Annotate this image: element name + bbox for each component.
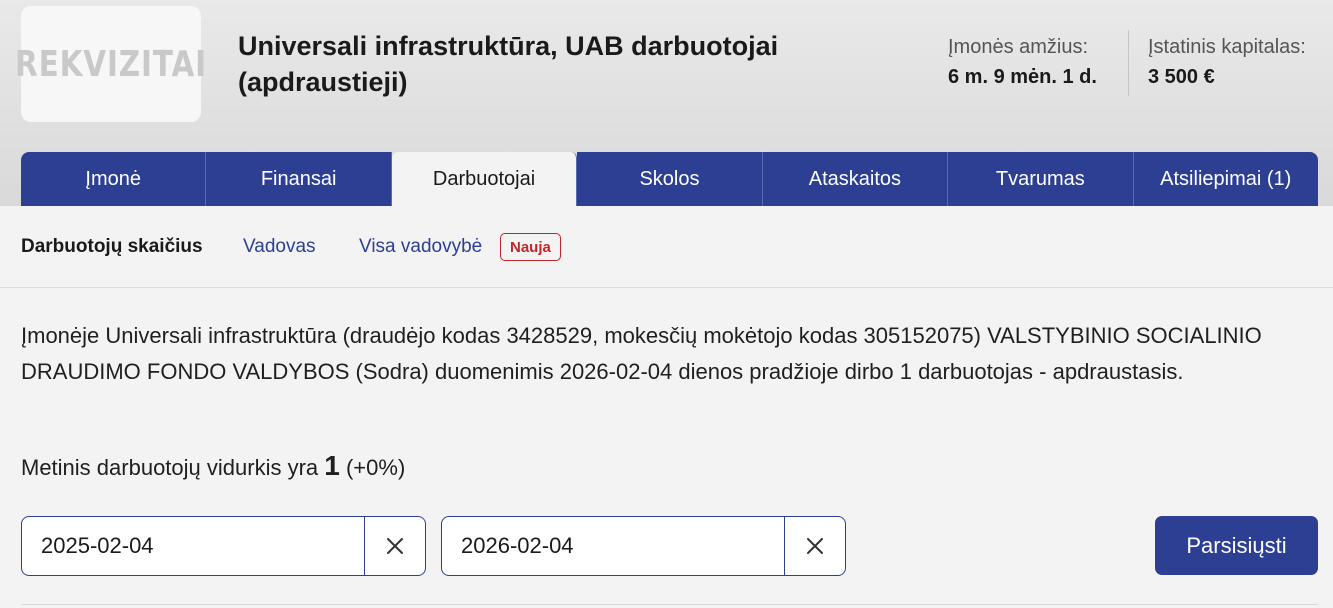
company-age-label: Įmonės amžius:: [948, 36, 1089, 58]
tab-darbuotojai[interactable]: Darbuotojai: [391, 152, 578, 206]
subnav-manager-link[interactable]: Vadovas: [243, 236, 316, 258]
date-to-clear-button[interactable]: [784, 517, 845, 575]
logo[interactable]: REKVIZITAI: [15, 6, 206, 122]
sub-navigation: Darbuotojų skaičius Vadovas Visa vadovyb…: [0, 206, 1333, 288]
tab-skolos[interactable]: Skolos: [577, 152, 763, 206]
company-capital-label: Įstatinis kapitalas:: [1148, 36, 1306, 58]
tab-imone[interactable]: Įmonė: [21, 152, 207, 206]
divider: [21, 604, 1318, 605]
annual-average-value: 1: [324, 450, 340, 481]
annual-average-label: Metinis darbuotojų vidurkis yra: [21, 455, 319, 480]
company-age-value: 6 m. 9 mėn. 1 d.: [948, 66, 1097, 88]
main-tabs: Įmonė Finansai Darbuotojai Skolos Ataska…: [21, 152, 1318, 206]
date-from-value[interactable]: 2025-02-04: [22, 533, 364, 559]
close-icon: [387, 538, 403, 554]
date-to-value[interactable]: 2026-02-04: [442, 533, 784, 559]
company-age: Įmonės amžius: 6 m. 9 mėn. 1 d.: [948, 36, 1097, 89]
download-button[interactable]: Parsisiųsti: [1155, 516, 1318, 575]
page-header: REKVIZITAI Universali infrastruktūra, UA…: [0, 0, 1333, 206]
stat-divider: [1128, 30, 1129, 96]
page-title: Universali infrastruktūra, UAB darbuotoj…: [238, 31, 779, 97]
company-capital-value: 3 500 €: [1148, 66, 1215, 88]
date-to-field[interactable]: 2026-02-04: [441, 516, 846, 576]
subnav-employee-count[interactable]: Darbuotojų skaičius: [21, 236, 203, 258]
tab-finansai[interactable]: Finansai: [206, 152, 392, 206]
tab-tvarumas[interactable]: Tvarumas: [948, 152, 1134, 206]
annual-average: Metinis darbuotojų vidurkis yra 1 (+0%): [21, 450, 405, 482]
close-icon: [807, 538, 823, 554]
new-badge: Nauja: [500, 233, 561, 261]
tab-ataskaitos[interactable]: Ataskaitos: [762, 152, 949, 206]
subnav-management-link[interactable]: Visa vadovybė: [359, 236, 482, 258]
employee-description: Įmonėje Universali infrastruktūra (draud…: [21, 323, 1262, 384]
date-from-field[interactable]: 2025-02-04: [21, 516, 426, 576]
date-from-clear-button[interactable]: [364, 517, 425, 575]
logo-text: REKVIZITAI: [15, 43, 207, 85]
tab-atsiliepimai[interactable]: Atsiliepimai (1): [1133, 152, 1318, 206]
annual-average-change: (+0%): [345, 455, 406, 480]
company-capital: Įstatinis kapitalas: 3 500 €: [1148, 36, 1306, 89]
